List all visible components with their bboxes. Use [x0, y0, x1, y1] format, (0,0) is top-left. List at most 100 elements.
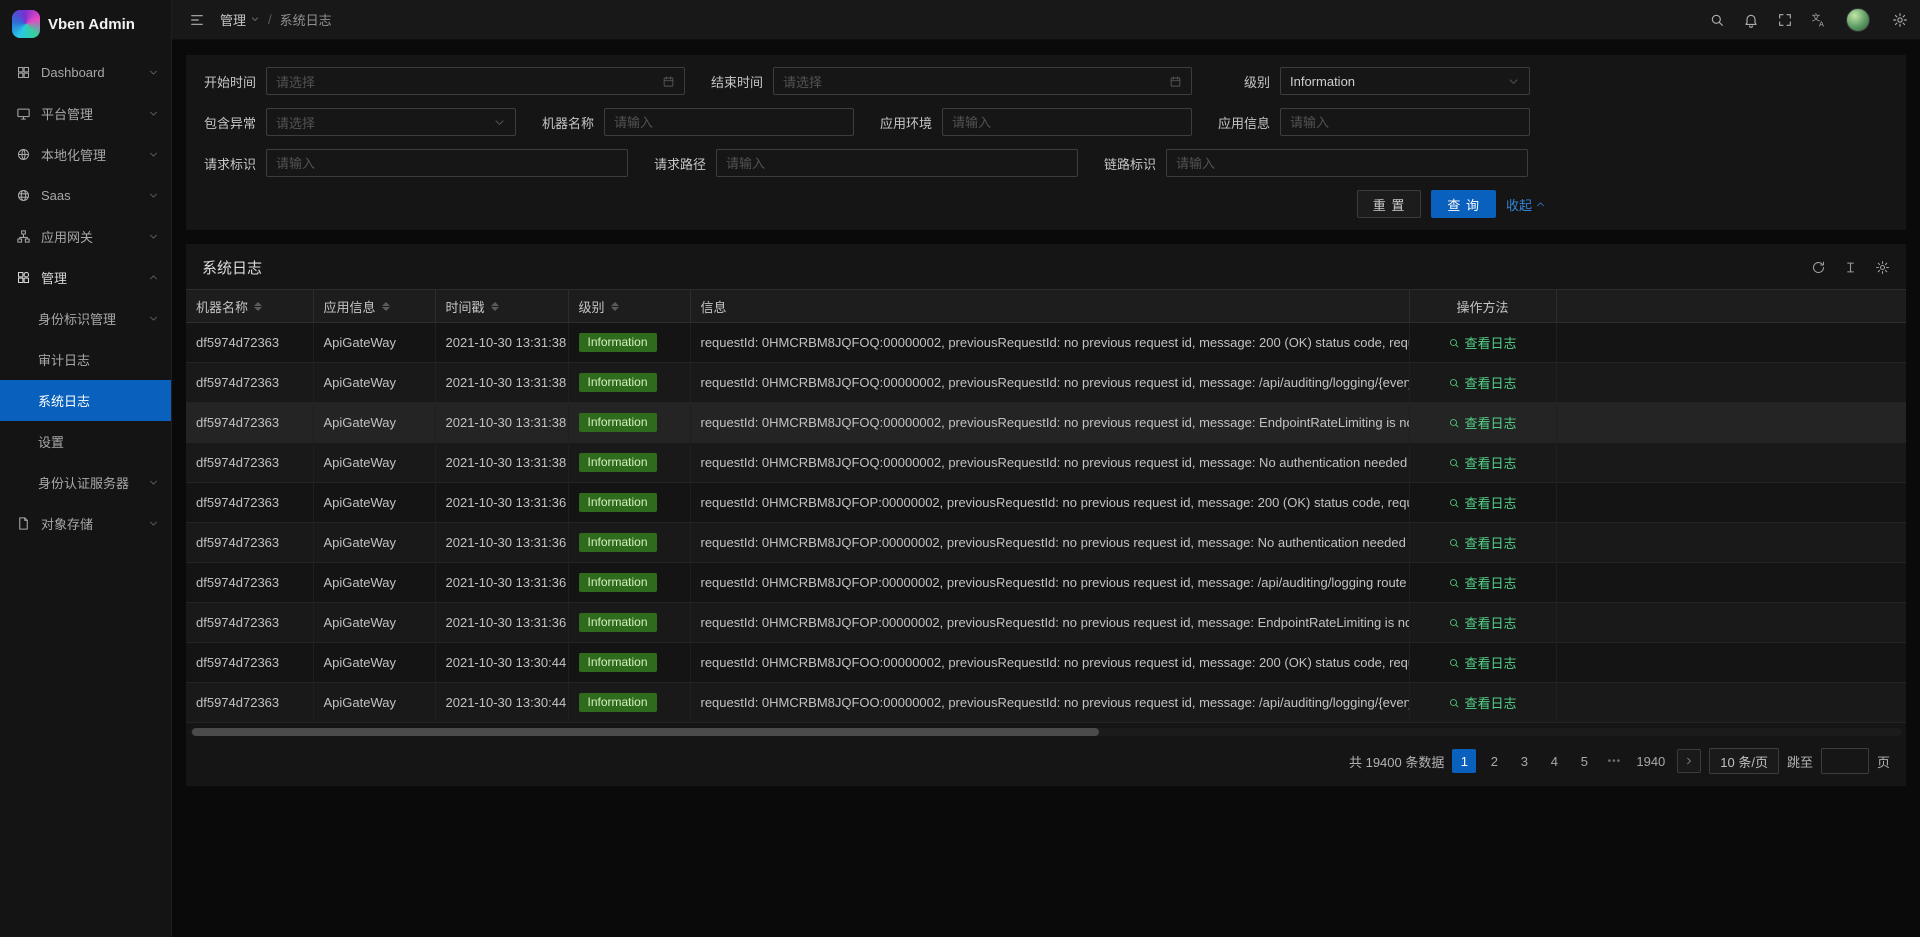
saas-icon — [16, 188, 32, 204]
next-page-button[interactable] — [1677, 749, 1701, 773]
page-size-select[interactable]: 10 条/页 — [1709, 748, 1779, 774]
page-button-1940[interactable]: 1940 — [1632, 749, 1669, 773]
query-button[interactable]: 查 询 — [1431, 190, 1496, 218]
field-app-info: 应用信息 — [1208, 108, 1546, 136]
sidebar-item-localization[interactable]: 本地化管理 — [0, 134, 171, 175]
cell-action: 查看日志 — [1409, 483, 1556, 523]
request-id-label: 请求标识 — [194, 154, 266, 173]
sidebar-item-settings[interactable]: 设置 — [0, 421, 171, 462]
message-text: requestId: 0HMCRBM8JQFOQ:00000002, previ… — [701, 375, 1410, 390]
sidebar-item-gateway[interactable]: 应用网关 — [0, 216, 171, 257]
view-log-link[interactable]: 查看日志 — [1448, 333, 1516, 352]
table-row[interactable]: df5974d72363ApiGateWay2021-10-30 13:31:3… — [186, 323, 1906, 363]
search-icon[interactable] — [1700, 0, 1734, 39]
sort-icon — [382, 302, 390, 311]
column-height-icon[interactable] — [1843, 260, 1858, 275]
menu-fold-icon[interactable] — [180, 0, 214, 39]
view-log-link[interactable]: 查看日志 — [1448, 493, 1516, 512]
table-row[interactable]: df5974d72363ApiGateWay2021-10-30 13:31:3… — [186, 523, 1906, 563]
page-content: 开始时间 请选择 结束时间 请选择 级别 — [172, 40, 1920, 937]
view-log-link[interactable]: 查看日志 — [1448, 613, 1516, 632]
cell-message: requestId: 0HMCRBM8JQFOQ:00000002, previ… — [690, 403, 1409, 443]
table-row[interactable]: df5974d72363ApiGateWay2021-10-30 13:31:3… — [186, 443, 1906, 483]
table-header-bar: 系统日志 — [186, 244, 1906, 289]
cell-level: Information — [568, 563, 690, 603]
cell-machine-name: df5974d72363 — [186, 363, 313, 403]
view-log-link[interactable]: 查看日志 — [1448, 693, 1516, 712]
machine-name-input[interactable] — [614, 115, 844, 130]
message-text: requestId: 0HMCRBM8JQFOP:00000002, previ… — [701, 495, 1410, 510]
logo[interactable]: Vben Admin — [0, 0, 171, 48]
sidebar-item-label: 设置 — [38, 432, 159, 451]
collapse-toggle[interactable]: 收起 — [1506, 195, 1546, 214]
trace-id-label: 链路标识 — [1094, 154, 1166, 173]
page-button-3[interactable]: 3 — [1512, 749, 1536, 773]
table-row[interactable]: df5974d72363ApiGateWay2021-10-30 13:31:3… — [186, 563, 1906, 603]
reset-button[interactable]: 重 置 — [1357, 190, 1422, 218]
page-button-2[interactable]: 2 — [1482, 749, 1506, 773]
sidebar-item-storage[interactable]: 对象存储 — [0, 503, 171, 544]
table-row[interactable]: df5974d72363ApiGateWay2021-10-30 13:31:3… — [186, 603, 1906, 643]
cell-action: 查看日志 — [1409, 683, 1556, 723]
view-log-link[interactable]: 查看日志 — [1448, 453, 1516, 472]
jump-page-input[interactable] — [1821, 748, 1869, 774]
view-log-link[interactable]: 查看日志 — [1448, 373, 1516, 392]
sidebar-item-management[interactable]: 管理 — [0, 257, 171, 298]
gear-icon[interactable] — [1880, 0, 1920, 39]
sidebar-item-platform[interactable]: 平台管理 — [0, 93, 171, 134]
page-button-5[interactable]: 5 — [1572, 749, 1596, 773]
field-request-path: 请求路径 — [644, 149, 1094, 177]
column-header-3[interactable]: 时间戳 — [435, 290, 568, 323]
user-avatar[interactable] — [1836, 0, 1880, 39]
include-exception-select[interactable]: 请选择 — [266, 108, 516, 136]
column-header-4[interactable]: 级别 — [568, 290, 690, 323]
breadcrumb: 管理 / 系统日志 — [220, 10, 332, 29]
level-badge: Information — [579, 653, 657, 672]
request-id-input[interactable] — [276, 156, 618, 171]
sidebar-item-system-logs[interactable]: 系统日志 — [0, 380, 171, 421]
translate-icon[interactable]: 文A — [1802, 0, 1836, 39]
page-button-4[interactable]: 4 — [1542, 749, 1566, 773]
bell-icon[interactable] — [1734, 0, 1768, 39]
table-settings-gear-icon[interactable] — [1875, 260, 1890, 275]
view-log-label: 查看日志 — [1464, 653, 1516, 672]
end-time-input[interactable]: 请选择 — [773, 67, 1192, 95]
table-row[interactable]: df5974d72363ApiGateWay2021-10-30 13:31:3… — [186, 483, 1906, 523]
sidebar-item-auth-server[interactable]: 身份认证服务器 — [0, 462, 171, 503]
view-log-link[interactable]: 查看日志 — [1448, 653, 1516, 672]
main-area: 管理 / 系统日志 文A 开始时间 — [172, 0, 1920, 937]
fullscreen-icon[interactable] — [1768, 0, 1802, 39]
column-header-2[interactable]: 应用信息 — [313, 290, 435, 323]
request-path-input[interactable] — [726, 156, 1068, 171]
field-trace-id: 链路标识 — [1094, 149, 1544, 177]
app-info-input[interactable] — [1290, 115, 1520, 130]
horizontal-scrollbar-thumb[interactable] — [192, 728, 1099, 736]
trace-id-input-wrap — [1166, 149, 1528, 177]
table-row[interactable]: df5974d72363ApiGateWay2021-10-30 13:30:4… — [186, 683, 1906, 723]
start-time-input[interactable]: 请选择 — [266, 67, 685, 95]
sidebar-item-identity[interactable]: 身份标识管理 — [0, 298, 171, 339]
app-env-input[interactable] — [952, 115, 1182, 130]
svg-text:A: A — [1819, 19, 1824, 27]
page-button-1[interactable]: 1 — [1452, 749, 1476, 773]
table-row[interactable]: df5974d72363ApiGateWay2021-10-30 13:30:4… — [186, 643, 1906, 683]
machine-name-input-wrap — [604, 108, 854, 136]
sidebar-item-saas[interactable]: Saas — [0, 175, 171, 216]
sidebar-item-label: 本地化管理 — [41, 145, 148, 164]
view-log-link[interactable]: 查看日志 — [1448, 413, 1516, 432]
sidebar-item-label: 对象存储 — [41, 514, 148, 533]
trace-id-input[interactable] — [1176, 156, 1518, 171]
view-log-label: 查看日志 — [1464, 533, 1516, 552]
view-log-link[interactable]: 查看日志 — [1448, 573, 1516, 592]
breadcrumb-item-management[interactable]: 管理 — [220, 10, 260, 29]
column-header-1[interactable]: 机器名称 — [186, 290, 313, 323]
cell-app-info: ApiGateWay — [313, 363, 435, 403]
table-row[interactable]: df5974d72363ApiGateWay2021-10-30 13:31:3… — [186, 403, 1906, 443]
table-row[interactable]: df5974d72363ApiGateWay2021-10-30 13:31:3… — [186, 363, 1906, 403]
sidebar-item-audit-logs[interactable]: 审计日志 — [0, 339, 171, 380]
sidebar-item-dashboard[interactable]: Dashboard — [0, 52, 171, 93]
view-log-link[interactable]: 查看日志 — [1448, 533, 1516, 552]
refresh-icon[interactable] — [1811, 260, 1826, 275]
chevron-down-icon — [148, 477, 159, 488]
level-select[interactable]: Information — [1280, 67, 1530, 95]
